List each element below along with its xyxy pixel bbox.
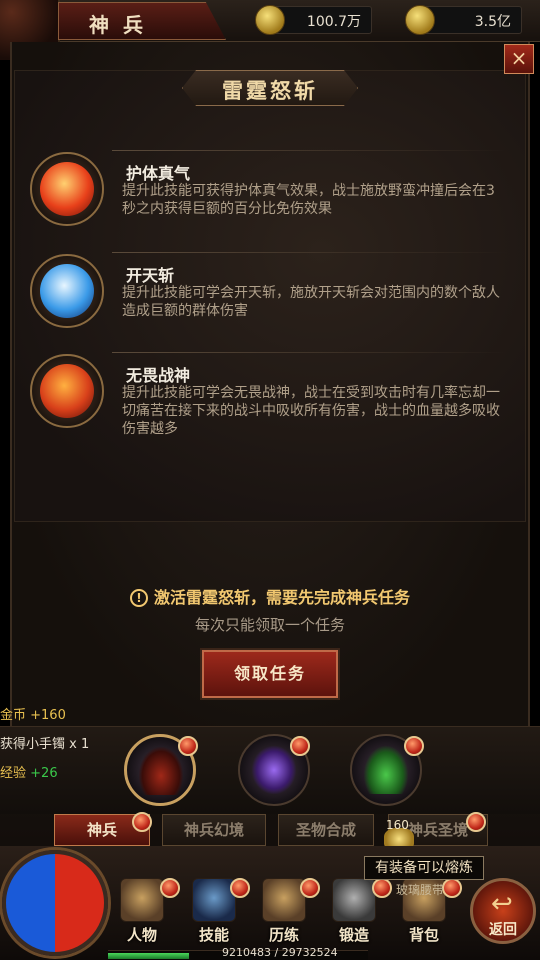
skill-icon-frame[interactable] bbox=[30, 152, 104, 226]
back-label: 返回 bbox=[489, 922, 517, 938]
notification-dot bbox=[132, 812, 152, 832]
skill-desc: 提升此技能可获得护体真气效果，战士施放野蛮冲撞后会在3秒之内获得巨额的百分比免伤… bbox=[122, 183, 495, 217]
log-item: 获得小手镯 x 1 bbox=[0, 737, 90, 752]
notification-dot bbox=[290, 736, 310, 756]
warning-text: 激活雷霆怒斩，需要先完成神兵任务 bbox=[153, 588, 410, 607]
back-button[interactable]: ↩ 返回 bbox=[470, 878, 536, 944]
skill-row-2: 开天斩 提升此技能可学会开天斩，施放开天斩会对范围内的数个敌人造成巨额的群体伤害 bbox=[22, 252, 510, 342]
log-exp-value: +26 bbox=[30, 766, 58, 781]
nav-label: 人物 bbox=[126, 926, 157, 944]
tooltip-item-name: 玻璃腰带 bbox=[396, 883, 445, 897]
skill-desc: 提升此技能可学会无畏战神，战士在受到攻击时有几率忘却一切痛苦在接下来的战斗中吸收… bbox=[122, 385, 500, 437]
divider bbox=[112, 150, 508, 151]
notification-dot bbox=[300, 878, 320, 898]
title-tab: 神兵 bbox=[58, 2, 226, 40]
anvil-icon bbox=[332, 878, 376, 922]
ingot-value: 3.5亿 bbox=[474, 14, 511, 30]
exp-bar-fill bbox=[108, 953, 189, 959]
divider bbox=[112, 252, 508, 253]
skill-icon-frame[interactable] bbox=[30, 254, 104, 328]
tab-relic-synthesis[interactable]: 圣物合成 bbox=[278, 814, 374, 846]
green-fan-icon bbox=[364, 746, 408, 794]
tab-illusion[interactable]: 神兵幻境 bbox=[162, 814, 266, 846]
skill-name: 护体真气 bbox=[126, 164, 191, 183]
gold-pile-count: 160 bbox=[386, 818, 409, 832]
skill-row-3: 无畏战神 提升此技能可学会无畏战神，战士在受到攻击时有几率忘却一切痛苦在接下来的… bbox=[22, 352, 510, 442]
back-arrow-icon: ↩ bbox=[491, 889, 513, 919]
task-limit-note: 每次只能领取一个任务 bbox=[194, 616, 345, 634]
flame-spirit-icon bbox=[40, 364, 94, 418]
scythe-weapon-icon bbox=[139, 747, 183, 795]
skill-row-1: 护体真气 提升此技能可获得护体真气效果，战士施放野蛮冲撞后会在3秒之内获得巨额的… bbox=[22, 150, 510, 240]
divider bbox=[112, 352, 508, 353]
gold-value: 100.7万 bbox=[306, 14, 361, 30]
notification-dot bbox=[160, 878, 180, 898]
skill-icon-frame[interactable] bbox=[30, 354, 104, 428]
gold-counter: 100.7万 bbox=[255, 5, 372, 35]
close-button[interactable]: × bbox=[504, 44, 534, 74]
nav-label: 锻造 bbox=[338, 926, 369, 944]
purple-blade-icon bbox=[252, 746, 296, 794]
nav-label: 背包 bbox=[408, 926, 439, 944]
log-gold: 金币 +160 bbox=[0, 708, 66, 723]
yin-yang-orb-icon[interactable] bbox=[2, 850, 108, 956]
skill-desc: 提升此技能可学会开天斩，施放开天斩会对范围内的数个敌人造成巨额的群体伤害 bbox=[122, 285, 500, 319]
activation-warning: ! 激活雷霆怒斩，需要先完成神兵任务 bbox=[0, 584, 540, 608]
helmet-icon bbox=[120, 878, 164, 922]
gold-coin-icon bbox=[255, 5, 285, 35]
fire-runner-icon bbox=[40, 162, 94, 216]
notification-dot bbox=[178, 736, 198, 756]
skill-banner: 雷霆怒斩 bbox=[182, 70, 358, 106]
exp-text: 9210483 / 29732524 bbox=[222, 946, 338, 959]
skill-name: 开天斩 bbox=[126, 266, 175, 285]
notification-dot bbox=[372, 878, 392, 898]
notification-dot bbox=[442, 878, 462, 898]
log-exp-label: 经验 bbox=[0, 766, 27, 781]
notification-dot bbox=[404, 736, 424, 756]
page-title: 神兵 bbox=[89, 13, 157, 37]
ingot-icon bbox=[405, 5, 435, 35]
notification-dot bbox=[466, 812, 486, 832]
skill-banner-title: 雷霆怒斩 bbox=[222, 79, 318, 103]
receive-task-button[interactable]: 领取任务 bbox=[200, 648, 340, 700]
ice-blade-icon bbox=[40, 264, 94, 318]
nav-label: 历练 bbox=[268, 926, 299, 944]
log-exp: 经验 +26 bbox=[0, 762, 58, 781]
smelt-tooltip[interactable]: 有装备可以熔炼 bbox=[364, 856, 484, 880]
ingot-counter: 3.5亿 bbox=[405, 5, 522, 35]
notification-dot bbox=[230, 878, 250, 898]
nav-label: 技能 bbox=[198, 926, 229, 944]
skill-name: 无畏战神 bbox=[126, 366, 191, 385]
warning-icon: ! bbox=[129, 589, 148, 607]
